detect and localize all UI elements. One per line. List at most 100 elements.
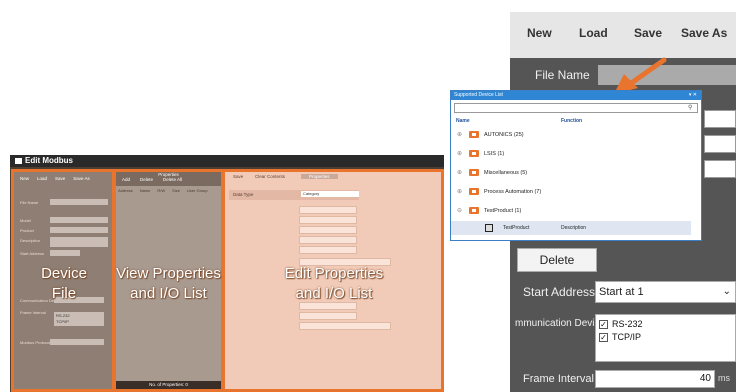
new-button[interactable]: New — [527, 26, 552, 40]
main-toolbar: New Load Save Save As — [510, 12, 736, 58]
search-icon[interactable]: ⚲ — [688, 105, 696, 111]
popup-titlebar: Supported Device List ▾ ✕ — [451, 91, 701, 100]
frame-interval-field[interactable]: 40 — [595, 370, 715, 388]
mini-model-field[interactable] — [50, 217, 108, 223]
supported-device-list-popup: Supported Device List ▾ ✕ ⚲ Name Functio… — [450, 90, 702, 241]
product-field[interactable] — [704, 135, 736, 153]
folder-icon — [469, 188, 479, 196]
popup-title: Supported Device List — [454, 92, 503, 98]
edit-field-2[interactable] — [299, 216, 357, 224]
mini-save-as-button[interactable]: Save As — [73, 176, 90, 181]
data-type-label: Data Type — [233, 192, 254, 197]
mini-delete-button[interactable] — [50, 250, 80, 256]
group-label: AUTONICS (25) — [484, 132, 524, 138]
view-properties-panel: Properties Add Delete Delete All Address… — [113, 169, 224, 392]
tree-item-testproduct[interactable]: TestProduct Description — [451, 221, 691, 235]
edit-field-3[interactable] — [299, 226, 357, 234]
expand-icon[interactable]: ⊕ — [457, 168, 463, 178]
mini-file-name-field[interactable] — [50, 199, 108, 205]
add-property-button[interactable]: Add — [122, 177, 130, 182]
tree-group-process-automation[interactable]: ⊕ Process Automation (7) — [457, 187, 541, 197]
folder-icon — [469, 131, 479, 139]
expand-icon[interactable]: ⊕ — [457, 149, 463, 159]
edit-properties-panel: Save Clear Contents Properties Data Type… — [222, 169, 444, 392]
device-file-overlay-line1: Device — [41, 265, 87, 282]
chevron-down-icon: ⌄ — [722, 286, 731, 297]
function-column-header: Function — [561, 118, 583, 124]
properties-columns: Address Name R/W Size User Group — [118, 188, 208, 193]
tree-group-miscellaneous[interactable]: ⊕ Miscellaneous (5) — [457, 168, 527, 178]
start-address-select[interactable]: Start at 1 ⌄ — [595, 281, 736, 303]
window-icon — [15, 157, 22, 164]
save-button[interactable]: Save — [634, 26, 662, 40]
device-file-overlay: Device File — [16, 264, 112, 304]
mini-model-label: Model — [20, 218, 31, 223]
mini-save-button[interactable]: Save — [55, 176, 65, 181]
delete-all-button[interactable]: Delete All — [163, 177, 182, 182]
mini-frame-interval-label: Frame Interval — [20, 310, 46, 315]
view-properties-overlay-line2: and I/O List — [130, 285, 207, 302]
rs232-checkbox[interactable]: ✓ — [599, 320, 608, 329]
edit-field-5[interactable] — [299, 246, 357, 254]
name-column-header: Name — [456, 118, 470, 124]
folder-icon — [469, 207, 479, 215]
clear-contents-tab[interactable]: Clear Contents — [255, 174, 285, 179]
col-size: Size — [172, 188, 180, 193]
edit-save-tab[interactable]: Save — [233, 174, 243, 179]
comm-device-list: ✓ RS-232 ✓ TCP/IP — [595, 314, 736, 362]
delete-button[interactable]: Delete — [517, 248, 597, 272]
mini-new-button[interactable]: New — [20, 176, 29, 181]
tree-group-lsis[interactable]: ⊕ LSIS (1) — [457, 149, 504, 159]
mini-description-label: Description — [20, 238, 41, 243]
description-field[interactable] — [704, 160, 736, 178]
edit-modbus-window: Edit Modbus New Load Save Save As File N… — [10, 155, 444, 392]
file-name-label: File Name — [535, 68, 590, 82]
properties-tab[interactable]: Properties — [301, 174, 338, 179]
rs232-label: RS-232 — [612, 319, 643, 329]
delete-property-button[interactable]: Delete — [140, 177, 153, 182]
expand-icon[interactable]: ⊕ — [457, 187, 463, 197]
data-type-row: Data Type Category — [229, 190, 359, 200]
collapse-icon[interactable]: ⊖ — [457, 206, 463, 216]
mini-start-address-label: Start Address — [20, 251, 45, 256]
device-file-panel: New Load Save Save As File Name Model Pr… — [11, 169, 115, 392]
edit-field-1[interactable] — [299, 206, 357, 214]
edit-field-9[interactable] — [299, 322, 391, 330]
mini-tcpip-label: TCP/IP — [56, 319, 69, 324]
device-name: TestProduct — [503, 225, 530, 231]
device-file-toolbar: New Load Save Save As — [14, 172, 112, 184]
tree-group-autonics[interactable]: ⊕ AUTONICS (25) — [457, 130, 524, 140]
edit-field-8[interactable] — [299, 312, 357, 320]
col-address: Address — [118, 188, 133, 193]
model-field[interactable] — [704, 110, 736, 128]
tcpip-checkbox[interactable]: ✓ — [599, 333, 608, 342]
load-button[interactable]: Load — [579, 26, 608, 40]
group-label: Miscellaneous (5) — [484, 170, 528, 176]
group-label: Process Automation (7) — [484, 189, 542, 195]
mini-description-field[interactable] — [50, 237, 108, 247]
col-user-group: User Group — [186, 188, 208, 193]
frame-interval-label: Frame Interval — [523, 373, 594, 385]
tree-group-testproduct[interactable]: ⊖ TestProduct (1) — [457, 206, 521, 216]
save-as-button[interactable]: Save As — [681, 26, 727, 40]
popup-close-icon[interactable]: ▾ ✕ — [689, 91, 697, 100]
properties-header: Properties Add Delete Delete All — [116, 172, 221, 186]
folder-icon — [469, 150, 479, 158]
group-label: LSIS (1) — [484, 151, 505, 157]
tcpip-label: TCP/IP — [612, 332, 642, 342]
mini-load-button[interactable]: Load — [37, 176, 47, 181]
comm-device-label: mmunication Devi — [515, 318, 595, 329]
device-search-input[interactable]: ⚲ — [454, 103, 698, 113]
mini-product-field[interactable] — [50, 227, 108, 233]
device-file-overlay-line2: File — [51, 285, 77, 302]
mini-protocol-select[interactable] — [50, 339, 104, 345]
edit-properties-overlay-line1: Edit Properties — [284, 265, 384, 282]
edit-properties-overlay-line2: and I/O List — [295, 285, 373, 302]
edit-field-4[interactable] — [299, 236, 357, 244]
properties-count: No. of Properties: 0 — [116, 381, 221, 389]
expand-icon[interactable]: ⊕ — [457, 130, 463, 140]
edit-properties-overlay: Edit Properties and I/O List — [229, 264, 439, 304]
data-type-select[interactable]: Category — [301, 191, 359, 197]
col-name: Name — [139, 188, 151, 193]
frame-interval-unit: ms — [718, 373, 730, 383]
